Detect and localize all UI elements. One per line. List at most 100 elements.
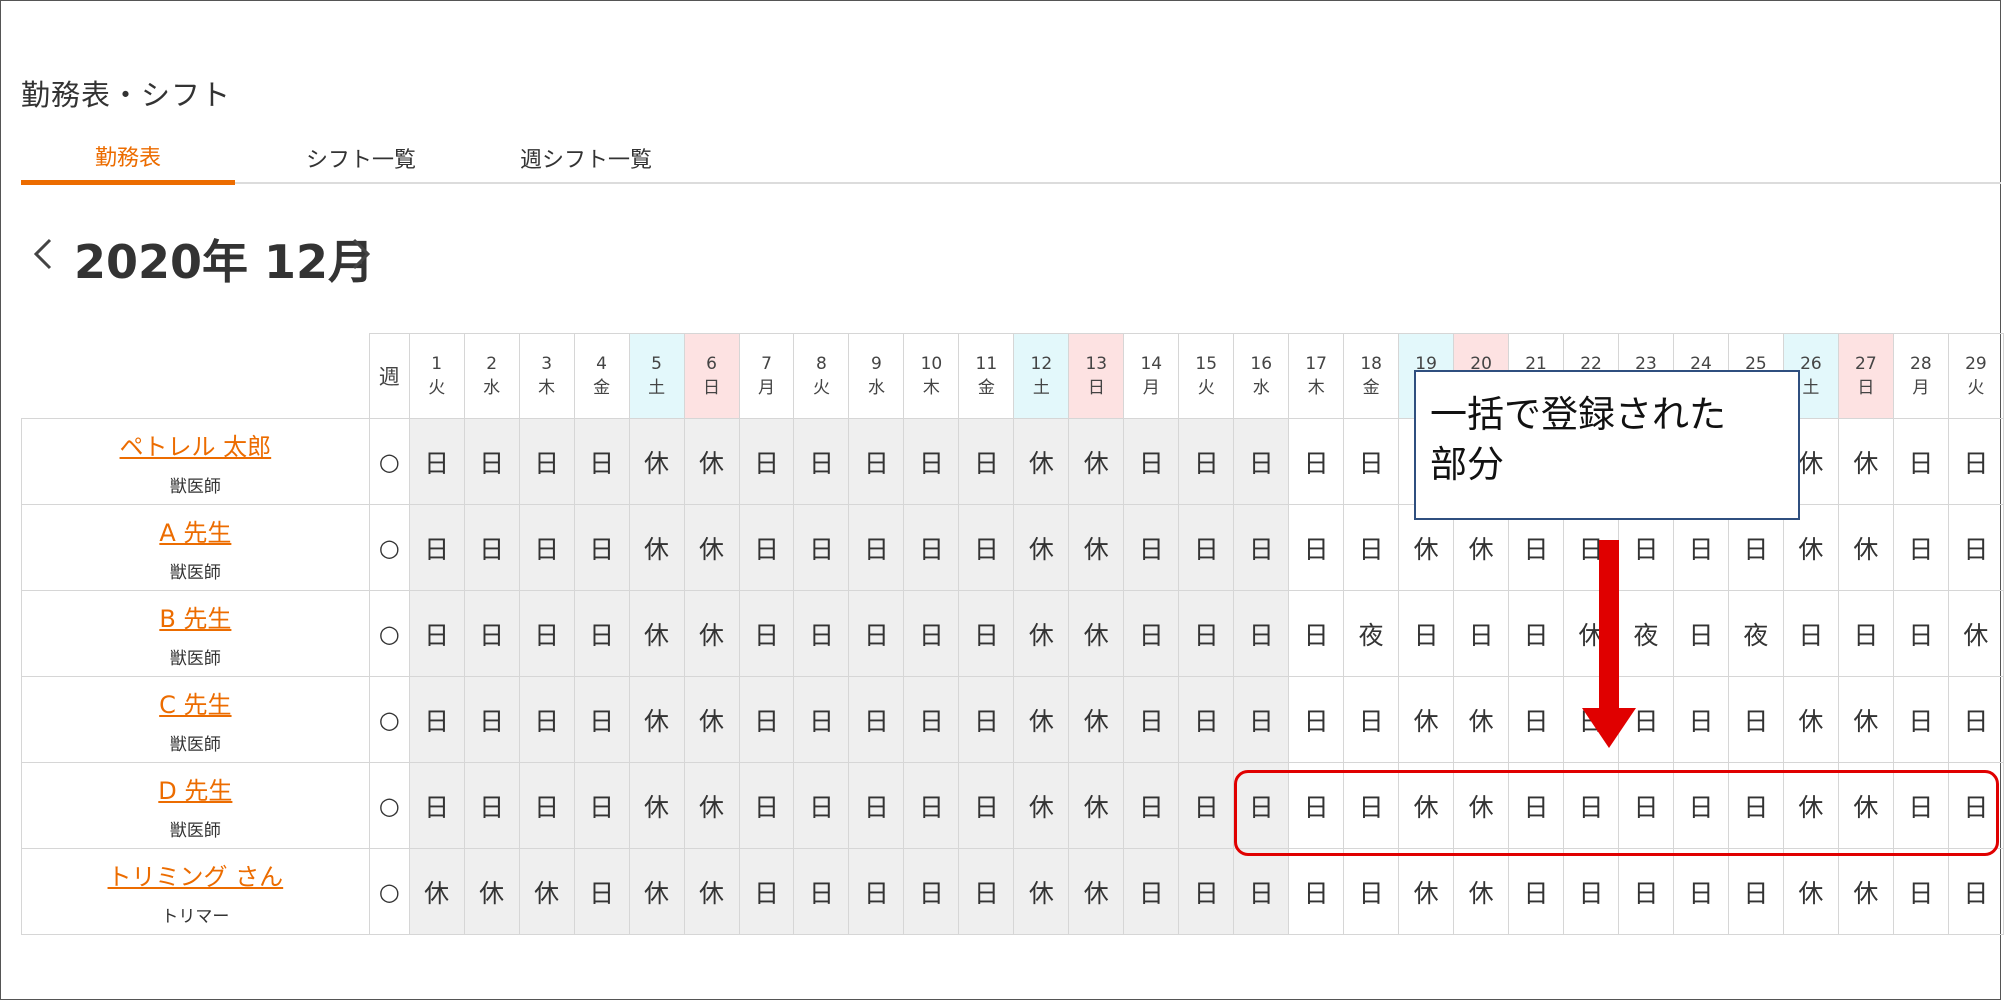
shift-cell[interactable]: 日 (1343, 848, 1400, 935)
shift-cell[interactable]: 日 (903, 676, 960, 763)
shift-cell[interactable]: 休 (1068, 676, 1125, 763)
shift-cell[interactable]: 夜 (1343, 590, 1400, 677)
shift-cell[interactable]: 休 (1398, 848, 1455, 935)
shift-cell[interactable]: 日 (463, 676, 520, 763)
shift-cell[interactable]: 日 (958, 418, 1015, 505)
shift-cell[interactable]: 日 (1343, 418, 1400, 505)
shift-cell[interactable]: 日 (848, 762, 905, 849)
shift-cell[interactable]: 日 (848, 848, 905, 935)
shift-cell[interactable]: 日 (408, 676, 465, 763)
shift-cell[interactable]: 日 (903, 418, 960, 505)
shift-cell[interactable]: 日 (1947, 848, 2004, 935)
shift-cell[interactable]: 日 (1343, 676, 1400, 763)
shift-cell[interactable]: 日 (793, 504, 850, 591)
shift-cell[interactable]: 休 (1782, 676, 1839, 763)
shift-cell[interactable]: 日 (1123, 676, 1180, 763)
shift-cell[interactable]: 日 (1508, 848, 1565, 935)
shift-cell[interactable]: 休 (1837, 418, 1894, 505)
shift-cell[interactable]: 日 (1563, 848, 1620, 935)
shift-cell[interactable]: 休 (683, 590, 740, 677)
shift-cell[interactable]: 日 (1233, 676, 1290, 763)
shift-cell[interactable]: 日 (463, 590, 520, 677)
shift-cell[interactable]: 日 (1123, 418, 1180, 505)
shift-cell[interactable]: 休 (1837, 676, 1894, 763)
shift-cell[interactable]: 休 (628, 504, 685, 591)
shift-cell[interactable]: 日 (463, 418, 520, 505)
shift-cell[interactable]: 日 (1672, 676, 1729, 763)
shift-cell[interactable]: 日 (1947, 418, 2004, 505)
shift-cell[interactable]: 休 (1013, 762, 1070, 849)
shift-cell[interactable]: 日 (848, 504, 905, 591)
shift-cell[interactable]: 日 (408, 418, 465, 505)
shift-cell[interactable]: 休 (1068, 848, 1125, 935)
shift-cell[interactable]: 夜 (1727, 590, 1784, 677)
shift-cell[interactable]: 休 (628, 590, 685, 677)
shift-cell[interactable]: 日 (1288, 418, 1345, 505)
shift-cell[interactable]: 日 (958, 762, 1015, 849)
shift-cell[interactable]: 日 (738, 762, 795, 849)
shift-cell[interactable]: 日 (1233, 590, 1290, 677)
shift-cell[interactable]: 休 (518, 848, 575, 935)
shift-cell[interactable]: 日 (1178, 418, 1235, 505)
shift-cell[interactable]: 休 (683, 504, 740, 591)
shift-cell[interactable]: 日 (1123, 590, 1180, 677)
shift-cell[interactable]: 日 (1178, 504, 1235, 591)
shift-cell[interactable]: 休 (683, 418, 740, 505)
shift-cell[interactable]: 日 (1672, 848, 1729, 935)
week-marker[interactable]: ○ (368, 504, 410, 591)
shift-cell[interactable]: 日 (958, 590, 1015, 677)
shift-cell[interactable]: 日 (1837, 590, 1894, 677)
shift-cell[interactable]: 休 (1068, 762, 1125, 849)
shift-cell[interactable]: 日 (1508, 676, 1565, 763)
shift-cell[interactable]: 休 (1782, 848, 1839, 935)
week-marker[interactable]: ○ (368, 418, 410, 505)
shift-cell[interactable]: 休 (683, 762, 740, 849)
shift-cell[interactable]: 日 (408, 590, 465, 677)
shift-cell[interactable]: 日 (958, 504, 1015, 591)
week-marker[interactable]: ○ (368, 762, 410, 849)
shift-cell[interactable]: 日 (1618, 848, 1674, 935)
shift-cell[interactable]: 日 (738, 418, 795, 505)
shift-cell[interactable]: 日 (738, 848, 795, 935)
shift-cell[interactable]: 日 (793, 418, 850, 505)
shift-cell[interactable]: 日 (573, 418, 630, 505)
shift-cell[interactable]: 日 (1178, 762, 1235, 849)
shift-cell[interactable]: 日 (1123, 762, 1180, 849)
shift-cell[interactable]: 日 (1508, 590, 1565, 677)
shift-cell[interactable]: 日 (463, 504, 520, 591)
shift-cell[interactable]: 日 (573, 504, 630, 591)
shift-cell[interactable]: 日 (518, 676, 575, 763)
shift-cell[interactable]: 休 (1453, 676, 1510, 763)
shift-cell[interactable]: 休 (1837, 848, 1894, 935)
shift-cell[interactable]: 日 (848, 676, 905, 763)
shift-cell[interactable]: 日 (1892, 590, 1949, 677)
shift-cell[interactable]: 日 (1672, 590, 1729, 677)
shift-cell[interactable]: 日 (738, 590, 795, 677)
shift-cell[interactable]: 日 (1398, 590, 1455, 677)
shift-cell[interactable]: 日 (1892, 848, 1949, 935)
shift-cell[interactable]: 休 (1013, 676, 1070, 763)
shift-cell[interactable]: 日 (1343, 504, 1400, 591)
tab-shift-list[interactable]: シフト一覧 (261, 142, 461, 182)
tab-weekly-shift-list[interactable]: 週シフト一覧 (481, 142, 691, 182)
shift-cell[interactable]: 日 (1727, 676, 1784, 763)
chevron-right-icon[interactable] (344, 234, 376, 274)
staff-name-link[interactable]: B 先生 (22, 599, 369, 634)
shift-cell[interactable]: 休 (1013, 504, 1070, 591)
shift-cell[interactable]: 日 (793, 590, 850, 677)
shift-cell[interactable]: 日 (1178, 590, 1235, 677)
shift-cell[interactable]: 日 (1288, 504, 1345, 591)
staff-name-link[interactable]: ペトレル 太郎 (22, 427, 369, 462)
shift-cell[interactable]: 日 (1453, 590, 1510, 677)
shift-cell[interactable]: 日 (1947, 504, 2004, 591)
week-marker[interactable]: ○ (368, 590, 410, 677)
staff-name-link[interactable]: A 先生 (22, 513, 369, 548)
shift-cell[interactable]: 日 (903, 762, 960, 849)
shift-cell[interactable]: 日 (408, 762, 465, 849)
shift-cell[interactable]: 日 (1288, 676, 1345, 763)
shift-cell[interactable]: 日 (738, 504, 795, 591)
shift-cell[interactable]: 休 (1068, 590, 1125, 677)
shift-cell[interactable]: 日 (793, 676, 850, 763)
shift-cell[interactable]: 日 (1892, 676, 1949, 763)
shift-cell[interactable]: 日 (1947, 676, 2004, 763)
